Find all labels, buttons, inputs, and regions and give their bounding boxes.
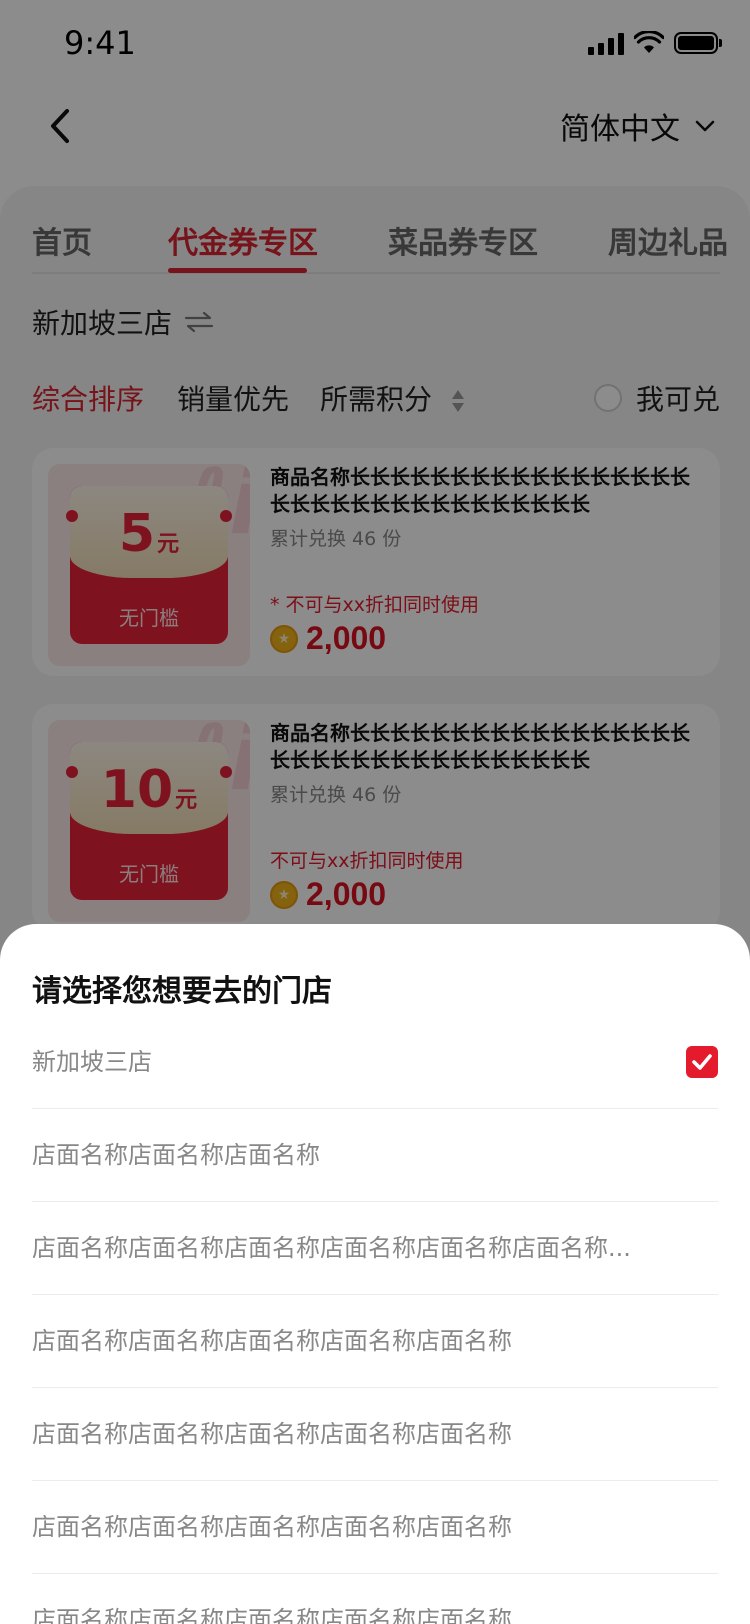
store-option[interactable]: 店面名称店面名称店面名称店面名称店面名称 bbox=[32, 1481, 718, 1574]
store-option[interactable]: 店面名称店面名称店面名称店面名称店面名称 bbox=[32, 1388, 718, 1481]
store-option-name: 店面名称店面名称店面名称店面名称店面名称店面名称... bbox=[32, 1234, 631, 1262]
store-option-name: 店面名称店面名称店面名称店面名称店面名称 bbox=[32, 1420, 512, 1448]
store-option-name: 店面名称店面名称店面名称店面名称店面名称 bbox=[32, 1606, 512, 1624]
store-option-name: 店面名称店面名称店面名称 bbox=[32, 1141, 320, 1169]
checkbox-checked[interactable] bbox=[686, 1046, 718, 1078]
store-option[interactable]: 店面名称店面名称店面名称店面名称店面名称店面名称... bbox=[32, 1202, 718, 1295]
store-option-name: 新加坡三店 bbox=[32, 1048, 152, 1076]
store-picker-sheet: 请选择您想要去的门店 新加坡三店 店面名称店面名称店面名称 店面名称店面名称店面… bbox=[0, 924, 750, 1624]
screen: 9:41 简体中文 首页 代金券专区 菜品券专区 周边礼品 新加坡三店 综合排序… bbox=[0, 0, 750, 1624]
store-option-name: 店面名称店面名称店面名称店面名称店面名称 bbox=[32, 1327, 512, 1355]
store-option[interactable]: 店面名称店面名称店面名称店面名称店面名称 bbox=[32, 1295, 718, 1388]
store-option[interactable]: 店面名称店面名称店面名称店面名称店面名称 bbox=[32, 1574, 718, 1624]
check-icon bbox=[692, 1054, 712, 1070]
store-option-name: 店面名称店面名称店面名称店面名称店面名称 bbox=[32, 1513, 512, 1541]
store-option[interactable]: 新加坡三店 bbox=[32, 1016, 718, 1109]
sheet-title: 请选择您想要去的门店 bbox=[32, 974, 332, 1009]
store-list: 新加坡三店 店面名称店面名称店面名称 店面名称店面名称店面名称店面名称店面名称店… bbox=[32, 1016, 718, 1624]
store-option[interactable]: 店面名称店面名称店面名称 bbox=[32, 1109, 718, 1202]
